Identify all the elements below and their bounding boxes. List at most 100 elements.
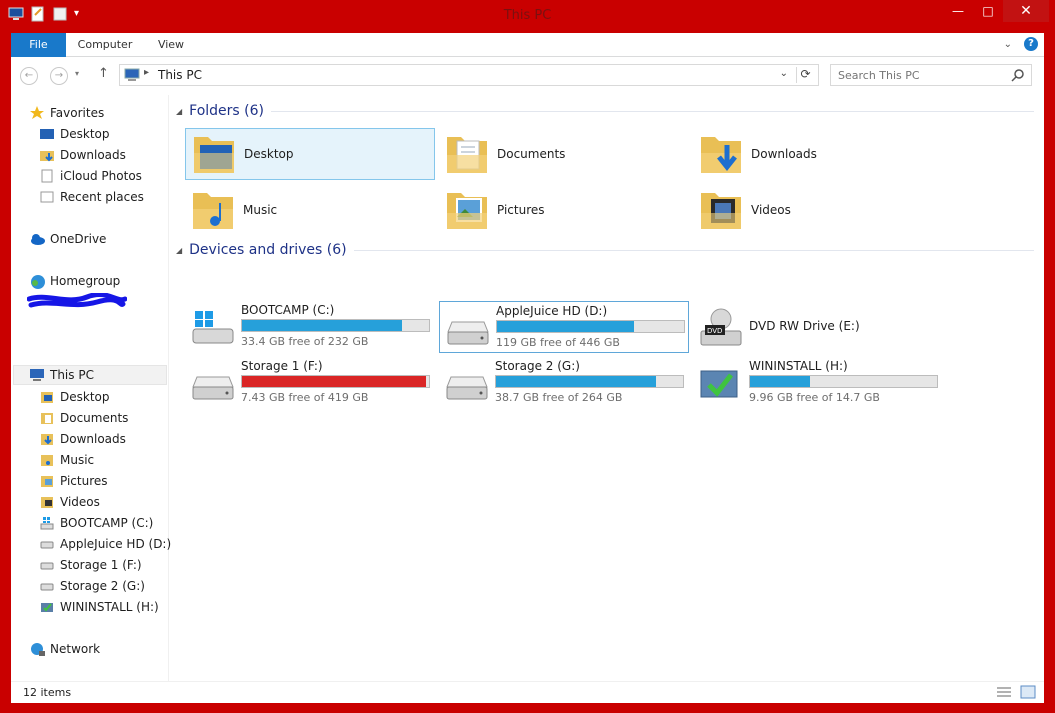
group-title: Folders (6): [189, 103, 264, 119]
folder-icon: [40, 411, 54, 425]
drive-free-space: 9.96 GB free of 14.7 GB: [749, 391, 880, 404]
drive-tile-applejuice[interactable]: AppleJuice HD (D:) 119 GB free of 446 GB: [439, 301, 689, 353]
homegroup-icon: [30, 274, 45, 289]
nav-pc-desktop[interactable]: Desktop: [40, 387, 110, 407]
address-dropdown-icon[interactable]: ⌄: [780, 68, 788, 79]
nav-pc-wininstall[interactable]: WININSTALL (H:): [40, 597, 159, 617]
drive-tile-dvd[interactable]: DVD DVD RW Drive (E:): [693, 301, 943, 353]
nav-fav-recent-places[interactable]: Recent places: [40, 187, 144, 207]
nav-pc-music[interactable]: Music: [40, 450, 94, 470]
search-input[interactable]: [831, 65, 1001, 85]
redaction-scribble: [27, 293, 127, 308]
nav-label: OneDrive: [50, 232, 107, 246]
computer-icon: [124, 68, 140, 85]
large-icons-view-icon[interactable]: [1020, 685, 1036, 702]
nav-pc-pictures[interactable]: Pictures: [40, 471, 108, 491]
windows-drive-icon: [192, 311, 234, 344]
folder-tile-downloads[interactable]: Downloads: [693, 128, 943, 180]
folder-tile-music[interactable]: Music: [185, 184, 435, 236]
folders-group-header[interactable]: ◢ Folders (6): [176, 103, 1034, 119]
nav-network[interactable]: Network: [30, 639, 100, 659]
music-folder-icon: [193, 193, 233, 229]
maximize-button[interactable]: □: [973, 0, 1003, 22]
tab-file[interactable]: File: [11, 33, 66, 57]
drive-usage-fill: [242, 320, 403, 331]
address-bar[interactable]: ▸ This PC ⌄ ⟳: [119, 64, 819, 86]
minimize-button[interactable]: —: [943, 0, 973, 22]
title-bar[interactable]: ▾ This PC — □ ✕: [0, 0, 1055, 32]
navigation-pane: Favorites Desktop Downloads iCloud Photo…: [11, 95, 171, 681]
collapse-icon[interactable]: ◢: [176, 107, 182, 116]
pictures-folder-icon: [447, 193, 487, 229]
drive-label: DVD RW Drive (E:): [749, 319, 860, 333]
close-button[interactable]: ✕: [1003, 0, 1049, 22]
window-controls: — □ ✕: [943, 0, 1049, 22]
breadcrumb[interactable]: This PC: [158, 68, 202, 82]
folder-tile-videos[interactable]: Videos: [693, 184, 943, 236]
drive-usage-bar: [495, 375, 684, 388]
details-view-icon[interactable]: [996, 685, 1012, 702]
expand-ribbon-icon[interactable]: ⌄: [1004, 39, 1012, 50]
tile-label: Desktop: [244, 147, 294, 161]
window-frame: ▾ This PC — □ ✕ File Computer View ⌄ ? ←…: [0, 0, 1055, 713]
nav-pc-bootcamp[interactable]: BOOTCAMP (C:): [40, 513, 153, 533]
nav-label: Downloads: [60, 432, 126, 446]
nav-pc-documents[interactable]: Documents: [40, 408, 128, 428]
nav-label: WININSTALL (H:): [60, 600, 159, 614]
nav-pc-videos[interactable]: Videos: [40, 492, 100, 512]
nav-pc-downloads[interactable]: Downloads: [40, 429, 126, 449]
recent-locations-icon[interactable]: ▾: [75, 69, 79, 78]
icloud-photos-icon: [40, 169, 54, 183]
folder-icon: [40, 453, 54, 467]
collapse-icon[interactable]: ◢: [176, 246, 182, 255]
nav-fav-desktop[interactable]: Desktop: [40, 124, 110, 144]
nav-label: Desktop: [60, 390, 110, 404]
explorer-body: File Computer View ⌄ ? ← → ▾ ↑ ▸ This PC…: [11, 33, 1044, 703]
videos-folder-icon: [701, 193, 741, 229]
drive-usage-bar: [496, 320, 685, 333]
ribbon-tabs: File Computer View ⌄ ?: [11, 33, 1044, 57]
group-title: Devices and drives (6): [189, 242, 347, 258]
nav-pc-storage2[interactable]: Storage 2 (G:): [40, 576, 145, 596]
navigation-bar: ← → ▾ ↑ ▸ This PC ⌄ ⟳: [11, 61, 1044, 91]
nav-label: BOOTCAMP (C:): [60, 516, 154, 530]
breadcrumb-separator-icon[interactable]: ▸: [144, 67, 149, 78]
computer-icon: [30, 368, 44, 382]
back-button[interactable]: ←: [20, 67, 38, 85]
search-icon[interactable]: [1011, 68, 1025, 85]
drive-usage-fill: [242, 376, 426, 387]
nav-label: Recent places: [60, 190, 144, 204]
drive-icon: [40, 579, 54, 593]
help-icon[interactable]: ?: [1024, 37, 1038, 51]
drive-icon: [446, 376, 488, 400]
nav-homegroup[interactable]: Homegroup: [30, 271, 120, 291]
up-button[interactable]: ↑: [98, 66, 109, 81]
folder-tile-pictures[interactable]: Pictures: [439, 184, 689, 236]
nav-favorites[interactable]: Favorites: [30, 103, 104, 123]
nav-label: Favorites: [50, 106, 105, 120]
search-box[interactable]: [830, 64, 1032, 86]
nav-pc-applejuice[interactable]: AppleJuice HD (D:): [40, 534, 171, 554]
folder-tile-documents[interactable]: Documents: [439, 128, 689, 180]
tab-computer[interactable]: Computer: [73, 33, 137, 57]
drive-tile-storage2[interactable]: Storage 2 (G:) 38.7 GB free of 264 GB: [439, 357, 689, 409]
tab-view[interactable]: View: [151, 33, 191, 57]
divider: [353, 249, 1034, 251]
drives-group-header[interactable]: ◢ Devices and drives (6): [176, 242, 1034, 258]
forward-button[interactable]: →: [50, 67, 68, 85]
drive-usage-bar: [749, 375, 938, 388]
nav-pc-storage1[interactable]: Storage 1 (F:): [40, 555, 142, 575]
refresh-button[interactable]: ⟳: [796, 67, 814, 83]
nav-onedrive[interactable]: OneDrive: [30, 229, 106, 249]
folder-tile-desktop[interactable]: Desktop: [185, 128, 435, 180]
drive-tile-wininstall[interactable]: WININSTALL (H:) 9.96 GB free of 14.7 GB: [693, 357, 943, 409]
nav-this-pc[interactable]: This PC: [13, 365, 167, 385]
nav-fav-downloads[interactable]: Downloads: [40, 145, 126, 165]
drive-tile-bootcamp[interactable]: BOOTCAMP (C:) 33.4 GB free of 232 GB: [185, 301, 435, 353]
tile-label: Videos: [751, 203, 791, 217]
nav-fav-icloud-photos[interactable]: iCloud Photos: [40, 166, 142, 186]
tile-label: Documents: [497, 147, 566, 161]
nav-label: Pictures: [60, 474, 108, 488]
drive-tile-storage1[interactable]: Storage 1 (F:) 7.43 GB free of 419 GB: [185, 357, 435, 409]
nav-label: Music: [60, 453, 95, 467]
